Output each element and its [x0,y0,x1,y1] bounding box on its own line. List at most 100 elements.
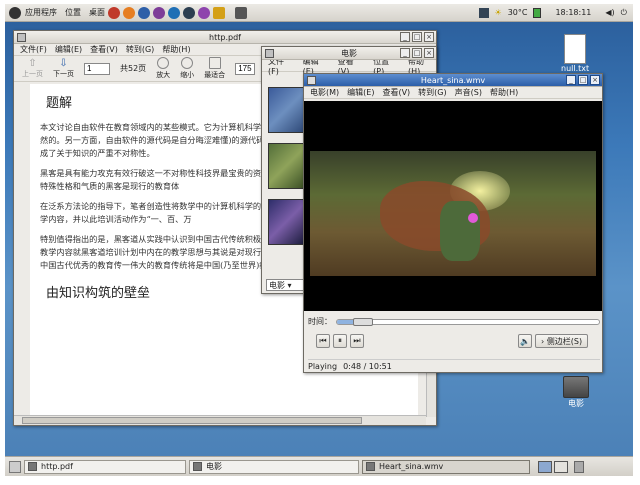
launcher-red-icon[interactable] [108,6,120,19]
zoom-in-label: 放大 [156,71,171,79]
seek-row: 时间： [308,316,600,327]
video-thumbnail[interactable] [268,87,304,133]
page-total: 共52页 [120,64,147,73]
desktop-menu[interactable]: 桌面 [89,7,105,18]
desktop-icon-label: null.txt [561,64,590,73]
movies-menubar: 文件(F) 编辑(E) 查看(V) 位置(P) 帮助(H) [262,57,436,76]
folder-app-icon [265,49,274,58]
places-menu[interactable]: 位置 [65,7,81,18]
menu-help[interactable]: 帮助(H) [490,87,518,98]
menu-edit[interactable]: 编辑(E) [55,44,82,55]
pdf-horizontal-scrollbar[interactable] [14,415,426,425]
player-title: Heart_sina.wmv [420,75,486,85]
best-fit-button[interactable]: 最适合 [204,57,225,80]
time-readout: 0:48 / 10:51 [343,362,392,371]
playback-status: Playing [308,362,338,371]
close-button[interactable]: × [424,32,434,42]
sidebar-toggle-button[interactable]: › 侧边栏(S) [535,334,589,348]
menu-goto[interactable]: 转到(G) [126,44,154,55]
next-page-button[interactable]: ⇩ 下一页 [53,58,74,79]
movies-titlebar[interactable]: 电影 _ □ × [262,47,436,60]
pause-button[interactable]: ⏸ [333,334,347,348]
video-thumbnail[interactable] [268,143,304,189]
zoom-input[interactable] [235,62,256,75]
volume-icon[interactable]: ◀) [605,8,614,17]
seek-handle[interactable] [352,317,373,326]
video-thumbnail[interactable] [268,199,304,245]
minimize-button[interactable]: _ [400,32,410,42]
next-button[interactable]: ⏭ [350,334,364,348]
workspace-2[interactable] [554,460,568,473]
chat-icon[interactable] [168,6,180,19]
paint-icon[interactable] [198,6,210,19]
maximize-button[interactable]: □ [412,32,422,42]
maximize-button[interactable]: □ [578,75,588,85]
scrollbar-thumb[interactable] [22,417,362,424]
best-fit-icon [208,57,221,69]
task-label: Heart_sina.wmv [379,462,444,471]
menu-help[interactable]: 帮助(H) [162,44,190,55]
workspace-switcher[interactable] [538,460,568,473]
battery-icon[interactable] [533,7,542,18]
page-number-input[interactable] [84,62,110,75]
desktop-icon-movies[interactable]: 电影 [563,376,589,409]
pidgin-icon[interactable] [153,6,165,19]
trash-icon[interactable] [574,460,584,473]
menu-goto[interactable]: 转到(G) [418,87,446,98]
task-label: http.pdf [41,462,73,471]
menu-view[interactable]: 查看(V) [382,87,410,98]
pdf-titlebar[interactable]: http.pdf _ □ × [14,31,436,44]
zoom-in-button[interactable]: 放大 [156,57,170,80]
location-select[interactable]: 电影 ▾ [266,279,306,291]
minimize-button[interactable]: _ [400,48,410,58]
menu-view[interactable]: 查看(V) [90,44,118,55]
folder-icon[interactable] [213,6,225,19]
best-fit-label: 最适合 [204,71,226,79]
gnome-foot-icon[interactable] [9,6,21,19]
video-frame [310,151,596,276]
video-area[interactable] [304,101,602,311]
text-file-icon [564,34,587,64]
network-icon[interactable] [478,7,489,18]
player-right-controls: 🔈 › 侧边栏(S) [518,334,589,348]
menu-edit[interactable]: 编辑(E) [347,87,374,98]
video-glow [468,213,478,223]
minimize-button[interactable]: _ [566,75,576,85]
task-player[interactable]: Heart_sina.wmv [362,459,530,474]
menu-movie[interactable]: 电影(M) [310,87,339,98]
temperature[interactable]: 30°C [508,8,528,17]
close-button[interactable]: × [424,48,434,58]
video-player-window: Heart_sina.wmv _ □ × 电影(M) 编辑(E) 查看(V) 转… [303,73,603,373]
menu-sound[interactable]: 声音(S) [455,87,482,98]
workspace-1[interactable] [538,460,552,473]
prev-page-label: 上一页 [22,70,43,78]
clock[interactable]: 18:18:11 [555,8,591,17]
volume-button[interactable]: 🔈 [518,334,532,348]
applications-menu[interactable]: 应用程序 [25,7,57,18]
player-titlebar[interactable]: Heart_sina.wmv _ □ × [304,74,602,87]
top-panel: 应用程序 位置 桌面 ☀ 30°C 18:18:11 ◀) ⏻ [5,4,633,22]
pdf-task-icon [28,462,37,471]
player-app-icon [307,76,316,85]
screenshot-icon[interactable] [235,6,247,19]
desktop-icon-null-txt[interactable]: null.txt [561,34,589,73]
prev-page-button[interactable]: ⇧ 上一页 [22,58,43,79]
media-icon[interactable] [183,6,195,19]
folder-task-icon [193,462,202,471]
firefox-icon[interactable] [123,6,135,19]
show-desktop-icon[interactable] [9,460,21,473]
task-label: 电影 [206,462,222,471]
task-pdf[interactable]: http.pdf [24,459,186,474]
zoom-out-button[interactable]: 缩小 [180,57,194,80]
weather-icon[interactable]: ☀ [495,8,502,17]
power-icon[interactable]: ⏻ [621,8,627,18]
pdf-app-icon [17,33,26,42]
close-button[interactable]: × [590,75,600,85]
previous-button[interactable]: ⏮ [316,334,330,348]
menu-file[interactable]: 文件(F) [20,44,47,55]
seek-slider[interactable] [336,317,600,326]
thunderbird-icon[interactable] [138,6,150,19]
player-task-icon [366,462,375,471]
task-movies[interactable]: 电影 [189,459,359,474]
maximize-button[interactable]: □ [412,48,422,58]
